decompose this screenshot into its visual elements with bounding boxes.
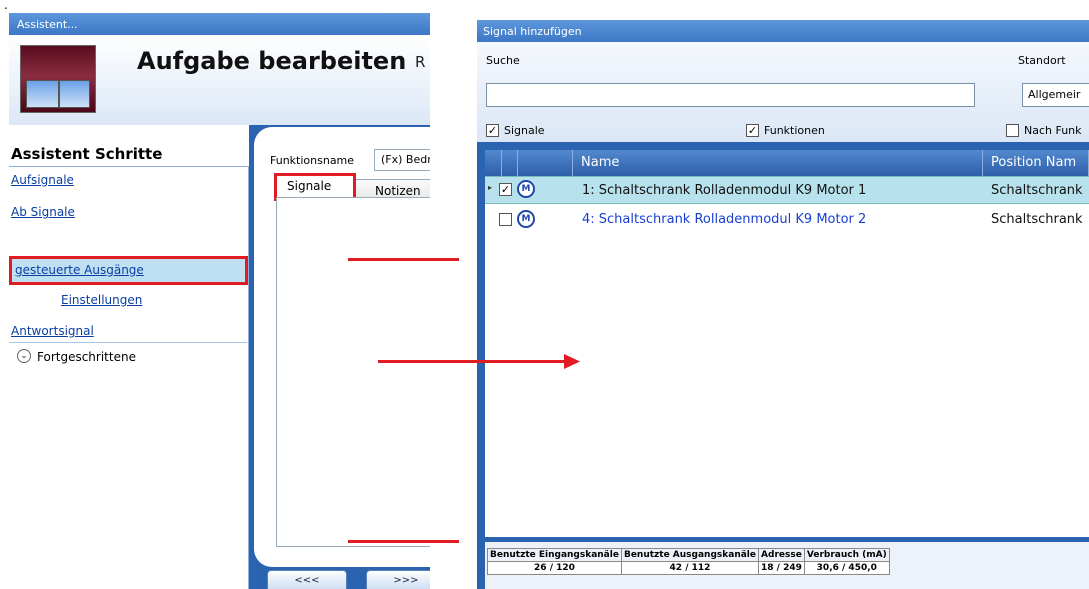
assistant-header: Aufgabe bearbeiten R (9, 35, 430, 125)
signal-table: Name Position Nam ▸ ✓ M 1: Schaltschrank… (485, 150, 1089, 537)
usage-table: Benutzte Eingangskanäle Benutzte Ausgang… (487, 548, 890, 575)
page-title: Aufgabe bearbeiten (137, 47, 407, 75)
functions-checkbox[interactable]: ✓ (746, 124, 759, 137)
roller-blind-icon (20, 45, 96, 113)
search-label: Suche (486, 54, 520, 67)
step-highlight-frame (9, 256, 248, 285)
add-signal-window: Signal hinzufügen Suche Standort Allgeme… (477, 20, 1089, 589)
status-header-outputs: Benutzte Ausgangskanäle (620, 548, 760, 562)
column-position[interactable]: Position Nam (983, 150, 1089, 176)
status-header-address: Adresse (758, 548, 805, 562)
back-button[interactable]: <<< (267, 570, 347, 589)
search-area: Suche Standort Allgemeir ✓ Signale ✓ Fun… (477, 42, 1089, 142)
step-antwortsignal[interactable]: Antwortsignal (11, 324, 94, 338)
row-checkbox[interactable]: ✓ (499, 183, 512, 196)
function-panel-body: Funktionsname (Fx) Bedr Notizen Signale (254, 127, 430, 567)
separator (9, 342, 247, 343)
header-extra-text: R (415, 53, 426, 71)
status-header-inputs: Benutzte Eingangskanäle (487, 548, 622, 562)
row-checkbox[interactable] (499, 213, 512, 226)
arrow-head-icon (564, 354, 580, 369)
status-value-inputs: 26 / 120 (487, 561, 622, 575)
by-function-checkbox-label[interactable]: Nach Funk (1024, 124, 1082, 137)
chevron-down-icon[interactable]: ⌄ (17, 349, 31, 363)
table-header: Name Position Nam (485, 150, 1089, 176)
function-name-field[interactable]: (Fx) Bedr (374, 149, 430, 171)
advanced-section-label[interactable]: Fortgeschrittene (37, 350, 136, 364)
steps-panel: Assistent Schritte Aufsignale Ab Signale… (9, 125, 249, 589)
status-value-consumption: 30,6 / 450,0 (803, 561, 890, 575)
assistant-title: Assistent... (9, 13, 430, 35)
motor-icon: M (517, 180, 535, 198)
status-bar: Benutzte Eingangskanäle Benutzte Ausgang… (485, 542, 1089, 589)
location-dropdown[interactable]: Allgemeir (1022, 83, 1089, 107)
step-ab-signale[interactable]: Ab Signale (11, 205, 75, 219)
functions-checkbox-label[interactable]: Funktionen (764, 124, 825, 137)
location-label: Standort (1018, 54, 1066, 67)
annotation-arrow-shaft (378, 360, 568, 363)
row-position: Schaltschrank (991, 183, 1083, 198)
search-input[interactable] (486, 83, 975, 107)
row-name: 4: Schaltschrank Rolladenmodul K9 Motor … (582, 212, 867, 227)
steps-list: Aufsignale Ab Signale gesteuerte Ausgäng… (9, 166, 249, 589)
function-panel: Funktionsname (Fx) Bedr Notizen Signale … (249, 125, 430, 589)
step-einstellungen[interactable]: Einstellungen (61, 293, 142, 307)
row-pointer-icon: ▸ (488, 183, 493, 192)
signals-checkbox[interactable]: ✓ (486, 124, 499, 137)
stray-mark: . (4, 0, 8, 12)
table-row[interactable]: ▸ ✓ M 1: Schaltschrank Rolladenmodul K9 … (485, 176, 1089, 204)
signals-checkbox-label[interactable]: Signale (504, 124, 545, 137)
next-button[interactable]: >>> (366, 570, 430, 589)
status-value-address: 18 / 249 (758, 561, 805, 575)
add-signal-title: Signal hinzufügen (477, 20, 1089, 42)
annotation-line-top (348, 258, 459, 261)
by-function-checkbox[interactable] (1006, 124, 1019, 137)
table-row[interactable]: M 4: Schaltschrank Rolladenmodul K9 Moto… (485, 206, 1089, 234)
function-name-label: Funktionsname (270, 154, 355, 167)
row-position: Schaltschrank (991, 212, 1083, 227)
annotation-line-bottom (348, 540, 459, 543)
column-name[interactable]: Name (573, 150, 983, 176)
status-header-consumption: Verbrauch (mA) (803, 548, 890, 562)
motor-icon: M (517, 210, 535, 228)
signals-list[interactable] (276, 197, 430, 547)
assistant-window: Assistent... Aufgabe bearbeiten R Assist… (9, 13, 430, 589)
status-value-outputs: 42 / 112 (620, 561, 760, 575)
steps-heading: Assistent Schritte (11, 145, 163, 163)
step-aufsignale[interactable]: Aufsignale (11, 173, 74, 187)
row-name: 1: Schaltschrank Rolladenmodul K9 Motor … (582, 183, 867, 198)
